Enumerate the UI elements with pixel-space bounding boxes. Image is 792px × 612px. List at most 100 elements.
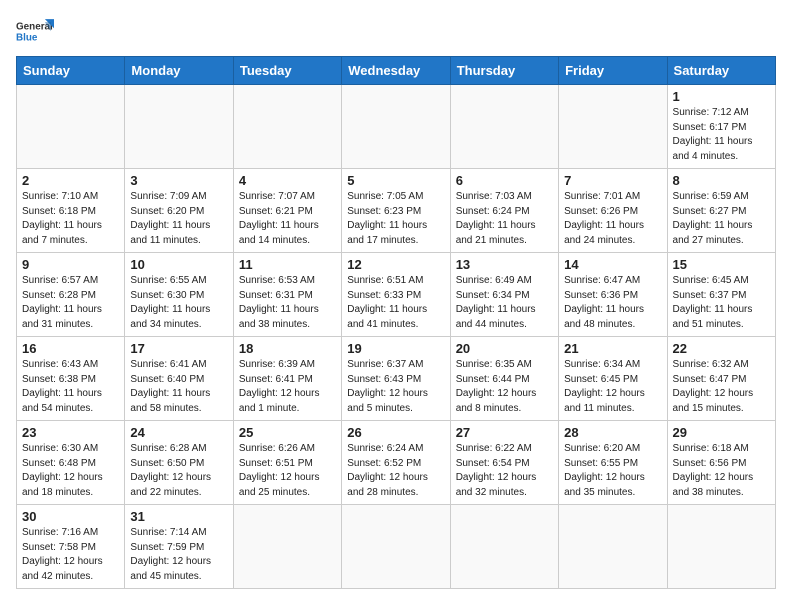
calendar-cell-w2d0: 9Sunrise: 6:57 AM Sunset: 6:28 PM Daylig… xyxy=(17,253,125,337)
day-number: 5 xyxy=(347,173,444,188)
logo: General Blue xyxy=(16,16,54,48)
day-info: Sunrise: 6:24 AM Sunset: 6:52 PM Dayligh… xyxy=(347,442,444,500)
calendar-cell-w2d3: 12 Sunrise: 6:51 AM Sunset: 6:33 PM Dayli… xyxy=(342,253,450,337)
day-info: Sunrise: 6:37 AM Sunset: 6:43 PM Dayligh… xyxy=(347,358,444,416)
day-number: 4 xyxy=(239,173,336,188)
day-info: Sunrise: 6:47 AM Sunset: 6:36 PM Dayligh… xyxy=(564,274,661,332)
day-info: Sunrise: 6:35 AM Sunset: 6:44 PM Dayligh… xyxy=(456,358,553,416)
calendar-cell-w4d5: 28Sunrise: 6:20 AM Sunset: 6:55 PM Dayli… xyxy=(559,421,667,505)
day-number: 10 xyxy=(130,257,227,272)
calendar-cell-w1d5: 7 Sunrise: 7:01 AM Sunset: 6:26 PM Daylig… xyxy=(559,169,667,253)
day-info: Sunrise: 6:22 AM Sunset: 6:54 PM Dayligh… xyxy=(456,442,553,500)
calendar-cell-w3d0: 16Sunrise: 6:43 AM Sunset: 6:38 PM Dayli… xyxy=(17,337,125,421)
day-number: 1 xyxy=(673,89,770,104)
day-info: Sunrise: 7:14 AM Sunset: 7:59 PM Dayligh… xyxy=(130,526,227,584)
day-info: Sunrise: 6:53 AM Sunset: 6:31 PM Dayligh… xyxy=(239,274,336,332)
calendar-week-row-3: 16Sunrise: 6:43 AM Sunset: 6:38 PM Dayli… xyxy=(17,337,776,421)
calendar-cell-w4d0: 23 Sunrise: 6:30 AM Sunset: 6:48 PM Dayli… xyxy=(17,421,125,505)
day-number: 6 xyxy=(456,173,553,188)
header: General Blue xyxy=(16,16,776,48)
calendar-cell-w0d2 xyxy=(233,85,341,169)
calendar-cell-w4d4: 27 Sunrise: 6:22 AM Sunset: 6:54 PM Dayli… xyxy=(450,421,558,505)
day-number: 31 xyxy=(130,509,227,524)
calendar-cell-w5d6 xyxy=(667,505,775,589)
calendar-cell-w1d3: 5 Sunrise: 7:05 AM Sunset: 6:23 PM Daylig… xyxy=(342,169,450,253)
day-number: 20 xyxy=(456,341,553,356)
svg-text:Blue: Blue xyxy=(16,32,38,43)
calendar-cell-w0d4 xyxy=(450,85,558,169)
day-number: 13 xyxy=(456,257,553,272)
day-number: 23 xyxy=(22,425,119,440)
calendar-cell-w5d1: 31 Sunrise: 7:14 AM Sunset: 7:59 PM Dayli… xyxy=(125,505,233,589)
day-number: 18 xyxy=(239,341,336,356)
day-info: Sunrise: 6:45 AM Sunset: 6:37 PM Dayligh… xyxy=(673,274,770,332)
day-info: Sunrise: 6:51 AM Sunset: 6:33 PM Dayligh… xyxy=(347,274,444,332)
day-number: 12 xyxy=(347,257,444,272)
weekday-header-row: SundayMondayTuesdayWednesdayThursdayFrid… xyxy=(17,57,776,85)
day-info: Sunrise: 7:01 AM Sunset: 6:26 PM Dayligh… xyxy=(564,190,661,248)
weekday-header-wednesday: Wednesday xyxy=(342,57,450,85)
day-number: 7 xyxy=(564,173,661,188)
weekday-header-thursday: Thursday xyxy=(450,57,558,85)
day-number: 9 xyxy=(22,257,119,272)
calendar-cell-w1d6: 8 Sunrise: 6:59 AM Sunset: 6:27 PM Daylig… xyxy=(667,169,775,253)
calendar-cell-w2d5: 14 Sunrise: 6:47 AM Sunset: 6:36 PM Dayli… xyxy=(559,253,667,337)
weekday-header-sunday: Sunday xyxy=(17,57,125,85)
calendar-cell-w5d2 xyxy=(233,505,341,589)
calendar-cell-w3d5: 21Sunrise: 6:34 AM Sunset: 6:45 PM Dayli… xyxy=(559,337,667,421)
day-number: 14 xyxy=(564,257,661,272)
day-info: Sunrise: 6:20 AM Sunset: 6:55 PM Dayligh… xyxy=(564,442,661,500)
calendar-week-row-5: 30Sunrise: 7:16 AM Sunset: 7:58 PM Dayli… xyxy=(17,505,776,589)
day-info: Sunrise: 6:49 AM Sunset: 6:34 PM Dayligh… xyxy=(456,274,553,332)
day-info: Sunrise: 6:32 AM Sunset: 6:47 PM Dayligh… xyxy=(673,358,770,416)
calendar-cell-w0d6: 1Sunrise: 7:12 AM Sunset: 6:17 PM Daylig… xyxy=(667,85,775,169)
day-info: Sunrise: 7:10 AM Sunset: 6:18 PM Dayligh… xyxy=(22,190,119,248)
calendar-cell-w0d5 xyxy=(559,85,667,169)
calendar-table: SundayMondayTuesdayWednesdayThursdayFrid… xyxy=(16,56,776,589)
calendar-cell-w2d1: 10Sunrise: 6:55 AM Sunset: 6:30 PM Dayli… xyxy=(125,253,233,337)
calendar-cell-w5d3 xyxy=(342,505,450,589)
calendar-cell-w2d4: 13 Sunrise: 6:49 AM Sunset: 6:34 PM Dayli… xyxy=(450,253,558,337)
day-number: 8 xyxy=(673,173,770,188)
day-info: Sunrise: 7:07 AM Sunset: 6:21 PM Dayligh… xyxy=(239,190,336,248)
day-info: Sunrise: 6:59 AM Sunset: 6:27 PM Dayligh… xyxy=(673,190,770,248)
day-number: 2 xyxy=(22,173,119,188)
calendar-cell-w3d3: 19 Sunrise: 6:37 AM Sunset: 6:43 PM Dayli… xyxy=(342,337,450,421)
day-number: 22 xyxy=(673,341,770,356)
day-number: 27 xyxy=(456,425,553,440)
calendar-cell-w3d2: 18Sunrise: 6:39 AM Sunset: 6:41 PM Dayli… xyxy=(233,337,341,421)
calendar-cell-w2d2: 11Sunrise: 6:53 AM Sunset: 6:31 PM Dayli… xyxy=(233,253,341,337)
page-container: General Blue SundayMondayTuesdayWednesda… xyxy=(16,16,776,589)
generalblue-logo-icon: General Blue xyxy=(16,16,54,48)
day-number: 3 xyxy=(130,173,227,188)
calendar-week-row-1: 2 Sunrise: 7:10 AM Sunset: 6:18 PM Daylig… xyxy=(17,169,776,253)
calendar-cell-w1d4: 6Sunrise: 7:03 AM Sunset: 6:24 PM Daylig… xyxy=(450,169,558,253)
day-info: Sunrise: 6:34 AM Sunset: 6:45 PM Dayligh… xyxy=(564,358,661,416)
calendar-cell-w3d1: 17 Sunrise: 6:41 AM Sunset: 6:40 PM Dayli… xyxy=(125,337,233,421)
calendar-cell-w4d1: 24 Sunrise: 6:28 AM Sunset: 6:50 PM Dayli… xyxy=(125,421,233,505)
calendar-week-row-0: 1Sunrise: 7:12 AM Sunset: 6:17 PM Daylig… xyxy=(17,85,776,169)
calendar-cell-w1d2: 4 Sunrise: 7:07 AM Sunset: 6:21 PM Daylig… xyxy=(233,169,341,253)
calendar-cell-w0d0 xyxy=(17,85,125,169)
day-number: 17 xyxy=(130,341,227,356)
calendar-week-row-2: 9Sunrise: 6:57 AM Sunset: 6:28 PM Daylig… xyxy=(17,253,776,337)
day-number: 24 xyxy=(130,425,227,440)
day-info: Sunrise: 6:41 AM Sunset: 6:40 PM Dayligh… xyxy=(130,358,227,416)
calendar-week-row-4: 23 Sunrise: 6:30 AM Sunset: 6:48 PM Dayli… xyxy=(17,421,776,505)
calendar-cell-w5d5 xyxy=(559,505,667,589)
day-info: Sunrise: 6:18 AM Sunset: 6:56 PM Dayligh… xyxy=(673,442,770,500)
calendar-cell-w4d3: 26 Sunrise: 6:24 AM Sunset: 6:52 PM Dayli… xyxy=(342,421,450,505)
calendar-cell-w1d1: 3Sunrise: 7:09 AM Sunset: 6:20 PM Daylig… xyxy=(125,169,233,253)
day-number: 15 xyxy=(673,257,770,272)
day-info: Sunrise: 6:28 AM Sunset: 6:50 PM Dayligh… xyxy=(130,442,227,500)
calendar-cell-w5d0: 30Sunrise: 7:16 AM Sunset: 7:58 PM Dayli… xyxy=(17,505,125,589)
day-number: 26 xyxy=(347,425,444,440)
day-info: Sunrise: 7:05 AM Sunset: 6:23 PM Dayligh… xyxy=(347,190,444,248)
calendar-cell-w4d6: 29Sunrise: 6:18 AM Sunset: 6:56 PM Dayli… xyxy=(667,421,775,505)
day-number: 19 xyxy=(347,341,444,356)
day-number: 16 xyxy=(22,341,119,356)
weekday-header-tuesday: Tuesday xyxy=(233,57,341,85)
day-info: Sunrise: 6:30 AM Sunset: 6:48 PM Dayligh… xyxy=(22,442,119,500)
calendar-cell-w3d4: 20 Sunrise: 6:35 AM Sunset: 6:44 PM Dayli… xyxy=(450,337,558,421)
calendar-cell-w0d3 xyxy=(342,85,450,169)
